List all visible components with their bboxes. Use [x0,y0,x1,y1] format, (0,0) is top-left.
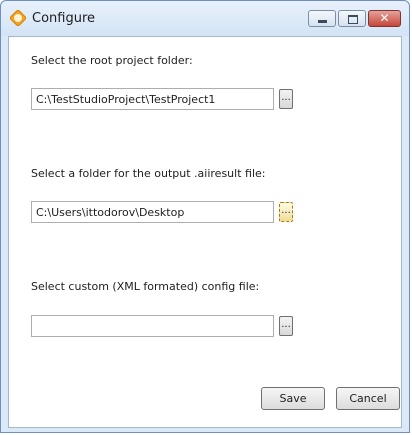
output-folder-browse-button[interactable]: ... [279,202,293,222]
output-folder-label: Select a folder for the output .aiiresul… [31,167,266,180]
minimize-icon [318,20,327,23]
configure-dialog: Configure ✕ Select the root project fold… [0,0,410,433]
save-button[interactable]: Save [261,387,325,410]
config-file-label: Select custom (XML formated) config file… [31,280,260,293]
dialog-body: Select the root project folder: ... Sele… [8,36,402,428]
window-title: Configure [32,11,96,26]
app-icon-center [14,14,22,22]
close-button[interactable]: ✕ [368,10,401,27]
root-folder-browse-button[interactable]: ... [279,89,293,109]
output-folder-input[interactable] [31,201,274,223]
title-bar[interactable]: Configure ✕ [1,1,409,36]
minimize-button[interactable] [308,10,336,27]
close-icon: ✕ [379,11,390,25]
root-folder-label: Select the root project folder: [31,54,193,67]
config-file-input[interactable] [31,315,274,337]
config-file-browse-button[interactable]: ... [279,316,293,336]
root-folder-input[interactable] [31,88,274,110]
maximize-button[interactable] [338,10,366,27]
cancel-button[interactable]: Cancel [336,387,400,410]
maximize-icon [348,15,358,24]
